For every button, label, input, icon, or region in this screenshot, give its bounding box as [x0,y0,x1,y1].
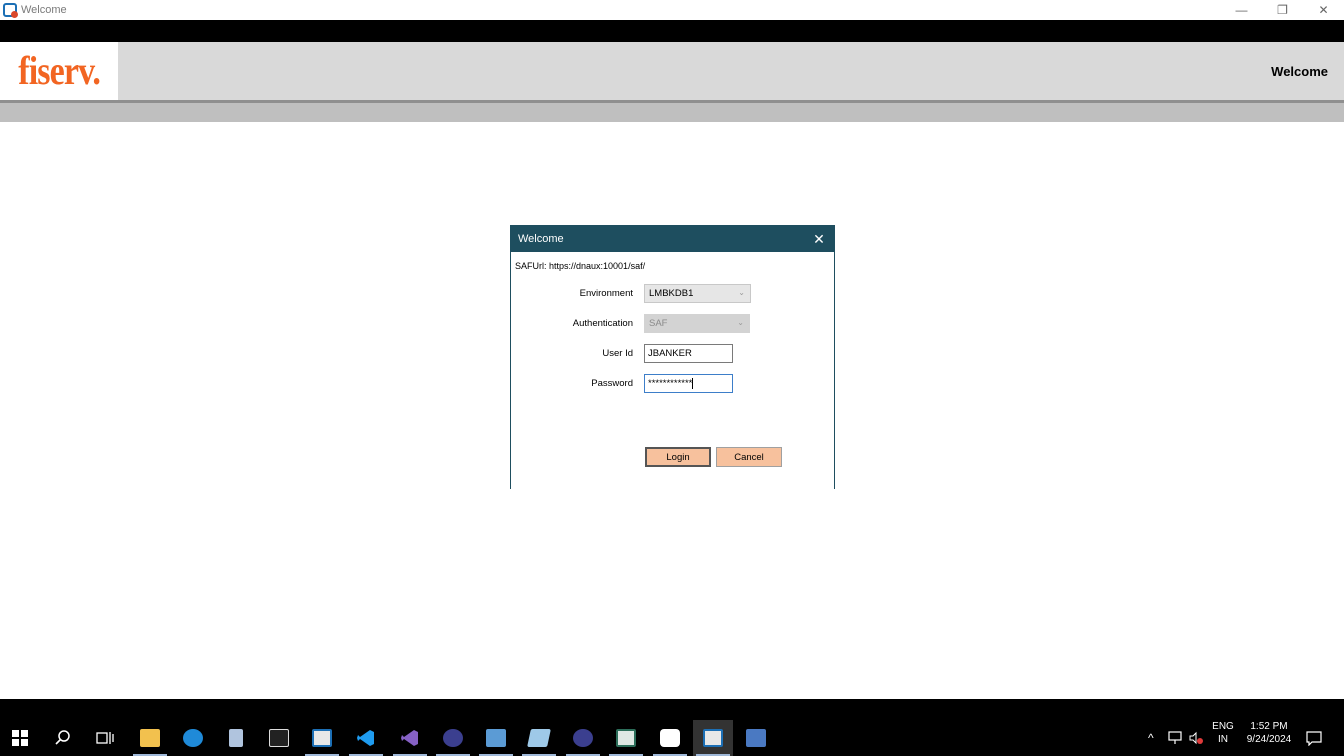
taskbar-visual-studio[interactable] [390,720,430,756]
taskbar-welcome-app[interactable] [693,720,733,756]
volume-tray[interactable] [1189,720,1203,756]
environment-select[interactable]: LMBKDB1 ⌄ [644,284,751,303]
search-button[interactable] [43,720,83,756]
dialog-titlebar: Welcome ✕ [511,226,834,252]
text-caret [692,378,694,389]
clock-time: 1:52 PM [1250,721,1288,732]
taskbar-file-explorer[interactable] [130,720,170,756]
window-icon [616,729,636,747]
taskbar-terminal[interactable] [259,720,299,756]
user-id-label: User Id [602,348,633,359]
close-icon[interactable]: ✕ [812,232,826,246]
taskbar-app-13[interactable] [650,720,690,756]
environment-label: Environment [579,288,633,299]
folder-icon [140,729,160,747]
clock-date: 9/24/2024 [1246,734,1292,745]
maximize-button[interactable]: ❐ [1262,0,1303,20]
taskbar-app-9[interactable] [476,720,516,756]
start-button[interactable] [0,720,40,756]
terminal-icon [269,729,289,747]
volume-muted-icon [1189,731,1203,745]
language-line1: ENG [1212,721,1234,732]
login-button[interactable]: Login [645,447,711,467]
notification-icon [1306,731,1322,746]
close-window-button[interactable]: ✕ [1303,0,1344,20]
network-icon [486,729,506,747]
taskbar-eclipse-2[interactable] [563,720,603,756]
dialog-title: Welcome [518,233,564,245]
clock[interactable]: 1:52 PM 9/24/2024 [1242,720,1296,756]
show-hidden-icons[interactable]: ^ [1148,720,1154,756]
remote-desktop-icon [746,729,766,747]
taskbar-app-5[interactable] [302,720,342,756]
saf-url: SAFUrl: https://dnaux:10001/saf/ [515,261,646,271]
top-band [0,20,1344,42]
taskbar: ^ ENG IN 1:52 PM 9/24/2024 [0,720,1344,756]
visual-studio-icon [401,730,418,746]
logo: fiserv. [0,42,118,100]
cancel-button[interactable]: Cancel [716,447,782,467]
authentication-label: Authentication [572,318,633,329]
eclipse-icon [443,729,463,747]
notification-center[interactable] [1306,720,1322,756]
taskbar-app-10[interactable] [519,720,559,756]
header-band [0,103,1344,122]
password-input[interactable]: ************ [644,374,733,393]
window-title: Welcome [21,4,67,16]
minimize-button[interactable]: — [1221,0,1262,20]
environment-value: LMBKDB1 [649,288,694,299]
password-label: Password [591,378,633,389]
app-icon [3,3,18,18]
taskbar-edge[interactable] [173,720,213,756]
taskbar-eclipse[interactable] [433,720,473,756]
pen-icon [660,729,680,747]
app-window-icon [312,729,332,747]
app-window-icon [703,729,723,747]
logo-text: fiserv. [18,48,101,93]
search-icon [55,730,70,745]
user-id-value: JBANKER [648,348,692,359]
user-id-input[interactable]: JBANKER [644,344,733,363]
window-titlebar: Welcome — ❐ ✕ [0,0,1344,20]
password-value: ************ [648,378,693,389]
window-controls: — ❐ ✕ [1221,0,1344,20]
taskbar-app-15[interactable] [736,720,776,756]
chevron-up-icon: ^ [1148,731,1154,745]
network-tray[interactable] [1168,720,1184,756]
notes-icon [527,729,551,747]
chevron-down-icon: ⌄ [737,318,744,327]
login-dialog: Welcome ✕ SAFUrl: https://dnaux:10001/sa… [510,225,835,489]
task-view-icon [96,732,114,744]
database-icon [229,729,243,747]
eclipse-icon [573,729,593,747]
language-indicator[interactable]: ENG IN [1210,720,1236,756]
authentication-select: SAF ⌄ [644,314,750,333]
language-line2: IN [1218,734,1228,745]
network-icon [1168,731,1182,744]
header-title: Welcome [1271,64,1328,79]
taskbar-top-band [0,699,1344,720]
task-view-button[interactable] [85,720,125,756]
windows-icon [12,730,28,746]
vscode-icon [357,730,374,746]
taskbar-app-3[interactable] [216,720,256,756]
app-header: fiserv. Welcome [0,42,1344,100]
edge-icon [183,729,203,747]
authentication-value: SAF [649,318,668,329]
chevron-down-icon: ⌄ [738,288,745,297]
taskbar-vscode[interactable] [346,720,386,756]
taskbar-app-12[interactable] [606,720,646,756]
